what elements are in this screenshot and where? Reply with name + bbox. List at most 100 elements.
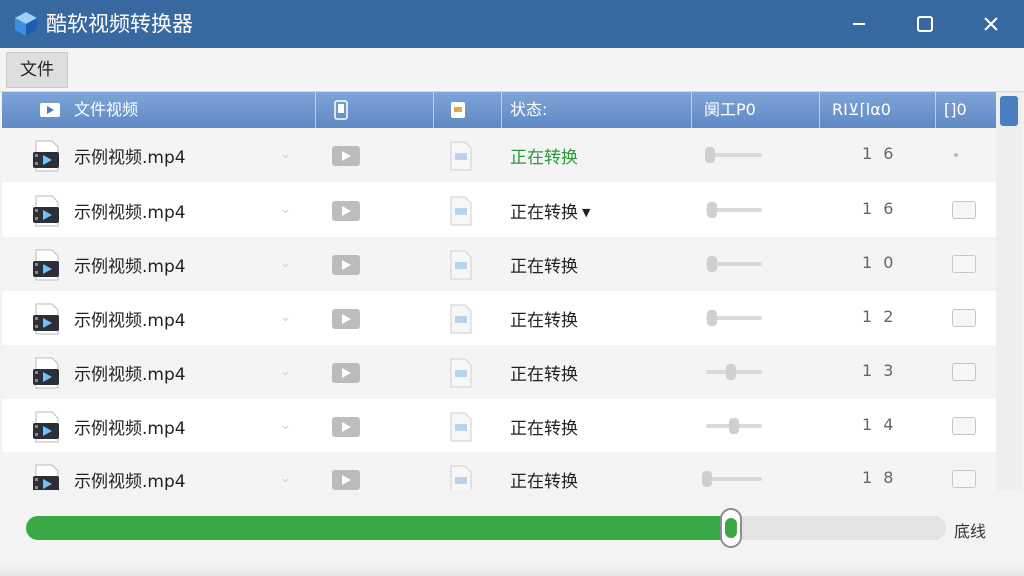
phone-icon xyxy=(334,100,348,120)
row-progress-slider[interactable] xyxy=(702,364,766,380)
table-row[interactable]: 示例视频.mp4 ⌄ 正在转换 1 3 xyxy=(2,345,996,399)
minimize-button[interactable] xyxy=(826,0,892,48)
slider-knob[interactable] xyxy=(707,202,718,218)
status-text: 正在转换 xyxy=(510,472,578,490)
file-name: 示例视频.mp4 xyxy=(74,311,186,331)
maximize-icon xyxy=(917,16,933,32)
video-file-icon xyxy=(33,140,59,172)
status-text: 正在转换 xyxy=(510,311,578,331)
chevron-down-icon[interactable]: ⌄ xyxy=(280,310,291,325)
minimize-icon xyxy=(853,23,865,25)
table-row[interactable]: 示例视频.mp4 ⌄ 正在转换 ▼ 1 6 xyxy=(2,183,996,237)
video-thumbnail-icon xyxy=(332,146,360,166)
note-icon[interactable] xyxy=(952,417,976,435)
chevron-down-icon[interactable]: ⌄ xyxy=(280,147,291,162)
video-thumbnail-icon xyxy=(332,417,360,437)
document-icon xyxy=(450,412,472,442)
window-title: 酷软视频转换器 xyxy=(46,12,193,36)
table-row[interactable]: 示例视频.mp4 ⌄ 正在转换 1 8 xyxy=(2,452,996,490)
file-name: 示例视频.mp4 xyxy=(74,203,186,223)
progress-handle[interactable] xyxy=(719,508,742,548)
vertical-scrollbar[interactable] xyxy=(996,92,1022,490)
video-file-icon xyxy=(33,464,59,490)
slider-knob[interactable] xyxy=(704,147,715,163)
overall-progress-bar[interactable] xyxy=(26,508,946,548)
file-name: 示例视频.mp4 xyxy=(74,148,186,168)
play-icon xyxy=(40,103,60,117)
status-text: 正在转换 xyxy=(510,257,578,277)
row-progress-slider[interactable] xyxy=(702,202,766,218)
slider-knob[interactable] xyxy=(702,471,712,487)
document-icon xyxy=(450,196,472,226)
row-progress-slider[interactable] xyxy=(702,418,766,434)
row-value: 1 8 xyxy=(862,468,897,487)
video-thumbnail-icon xyxy=(332,255,360,275)
table-row[interactable]: 示例视频.mp4 ⌄ 正在转换 1 4 xyxy=(2,399,996,453)
document-icon xyxy=(450,141,472,171)
chevron-down-icon[interactable]: ⌄ xyxy=(280,471,291,486)
scroll-thumb[interactable] xyxy=(1000,96,1018,126)
header-thumbnail[interactable] xyxy=(316,92,434,128)
file-name: 示例视频.mp4 xyxy=(74,365,186,385)
file-table: 文件视频 状态: 阒工P0 RI⊻⌈lα0 []0 示例视频.mp4 ⌄ 正在转换 1… xyxy=(2,92,996,490)
row-value: 1 2 xyxy=(862,307,897,326)
caret-down-icon[interactable]: ▼ xyxy=(582,206,590,219)
video-file-icon xyxy=(33,411,59,443)
status-text: 正在转换 xyxy=(510,365,578,385)
cube-app-icon xyxy=(15,12,37,36)
note-icon[interactable] xyxy=(952,309,976,327)
row-progress-slider[interactable] xyxy=(702,256,766,272)
note-icon[interactable] xyxy=(952,201,976,219)
video-thumbnail-icon xyxy=(332,470,360,490)
header-status[interactable]: 状态: xyxy=(502,92,692,128)
row-value: 1 6 xyxy=(862,199,897,218)
chevron-down-icon[interactable]: ⌄ xyxy=(280,418,291,433)
status-text: 正在转换 xyxy=(510,148,578,168)
ghost-row xyxy=(0,564,1024,576)
status-text: 正在转换 ▼ xyxy=(510,203,591,223)
status-text: 正在转换 xyxy=(510,419,578,439)
slider-knob[interactable] xyxy=(707,310,718,326)
document-icon xyxy=(451,102,465,118)
note-icon[interactable] xyxy=(952,255,976,273)
header-notes[interactable]: []0 xyxy=(936,92,996,128)
note-icon[interactable] xyxy=(952,470,976,488)
slider-knob[interactable] xyxy=(726,364,737,380)
row-value: 1 3 xyxy=(862,361,897,380)
table-row[interactable]: 示例视频.mp4 ⌄ 正在转换 1 2 xyxy=(2,291,996,345)
document-icon xyxy=(450,250,472,280)
menu-file[interactable]: 文件 xyxy=(6,52,68,88)
table-row[interactable]: 示例视频.mp4 ⌄ 正在转换 1 6 xyxy=(2,128,996,182)
video-thumbnail-icon xyxy=(332,309,360,329)
header-file-video[interactable]: 文件视频 xyxy=(2,92,316,128)
header-value[interactable]: RI⊻⌈lα0 xyxy=(820,92,936,128)
maximize-button[interactable] xyxy=(892,0,958,48)
video-file-icon xyxy=(33,249,59,281)
table-header: 文件视频 状态: 阒工P0 RI⊻⌈lα0 []0 xyxy=(2,92,996,128)
chevron-down-icon[interactable]: ⌄ xyxy=(280,202,291,217)
table-row[interactable]: 示例视频.mp4 ⌄ 正在转换 1 0 xyxy=(2,237,996,291)
chevron-down-icon[interactable]: ⌄ xyxy=(280,364,291,379)
row-progress-slider[interactable] xyxy=(702,147,766,163)
header-progress[interactable]: 阒工P0 xyxy=(692,92,820,128)
progress-label: 底线 xyxy=(954,522,987,541)
close-icon xyxy=(984,17,998,31)
file-name: 示例视频.mp4 xyxy=(74,419,186,439)
video-thumbnail-icon xyxy=(332,363,360,383)
video-file-icon xyxy=(33,195,59,227)
menu-bar: 文件 xyxy=(0,48,1024,92)
row-progress-slider[interactable] xyxy=(702,310,766,326)
slider-knob[interactable] xyxy=(707,256,718,272)
close-button[interactable] xyxy=(958,0,1024,48)
document-icon xyxy=(450,465,472,490)
slider-knob[interactable] xyxy=(729,418,739,434)
title-bar: 酷软视频转换器 xyxy=(0,0,1024,48)
chevron-down-icon[interactable]: ⌄ xyxy=(280,256,291,271)
row-progress-slider[interactable] xyxy=(702,471,766,487)
video-file-icon xyxy=(33,303,59,335)
bottom-panel: 底线 xyxy=(0,490,1024,576)
row-value: 1 4 xyxy=(862,415,897,434)
note-icon[interactable] xyxy=(952,363,976,381)
header-document[interactable] xyxy=(434,92,502,128)
document-icon xyxy=(450,304,472,334)
